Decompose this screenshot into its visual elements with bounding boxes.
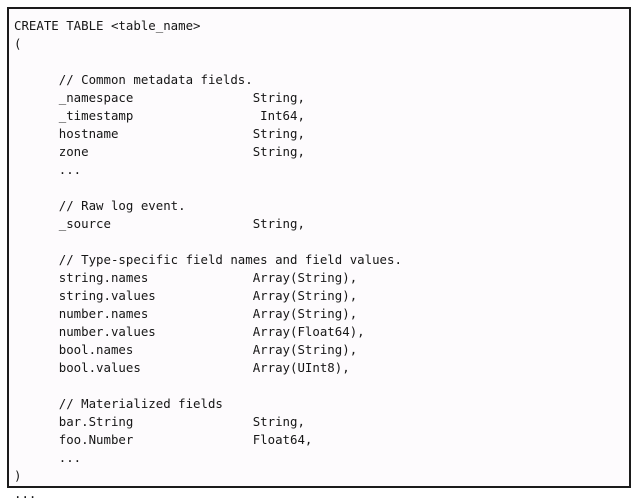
code-line: bool.values Array(UInt8),	[14, 360, 350, 375]
code-line: CREATE TABLE <table_name>	[14, 18, 201, 33]
code-line: _source String,	[14, 216, 305, 231]
code-line: bool.names Array(String),	[14, 342, 358, 357]
code-line: // Common metadata fields.	[14, 72, 253, 87]
code-line: number.names Array(String),	[14, 306, 358, 321]
code-figure-panel: CREATE TABLE <table_name> ( // Common met…	[7, 7, 631, 501]
code-line: )	[14, 468, 22, 483]
code-line: // Raw log event.	[14, 198, 186, 213]
code-line: foo.Number Float64,	[14, 432, 313, 447]
code-line: ...	[14, 162, 82, 177]
code-line: // Type-specific field names and field v…	[14, 252, 402, 267]
code-line: string.names Array(String),	[14, 270, 358, 285]
code-line: zone String,	[14, 144, 305, 159]
code-block[interactable]: CREATE TABLE <table_name> ( // Common met…	[9, 9, 629, 503]
code-line: ...	[14, 450, 82, 465]
code-line: _timestamp Int64,	[14, 108, 305, 123]
code-line: hostname String,	[14, 126, 305, 141]
code-line: string.values Array(String),	[14, 288, 358, 303]
code-line: // Materialized fields	[14, 396, 223, 411]
code-line: ...	[14, 486, 37, 501]
code-line: bar.String String,	[14, 414, 305, 429]
code-line: (	[14, 36, 22, 51]
code-line: number.values Array(Float64),	[14, 324, 365, 339]
code-line: _namespace String,	[14, 90, 305, 105]
